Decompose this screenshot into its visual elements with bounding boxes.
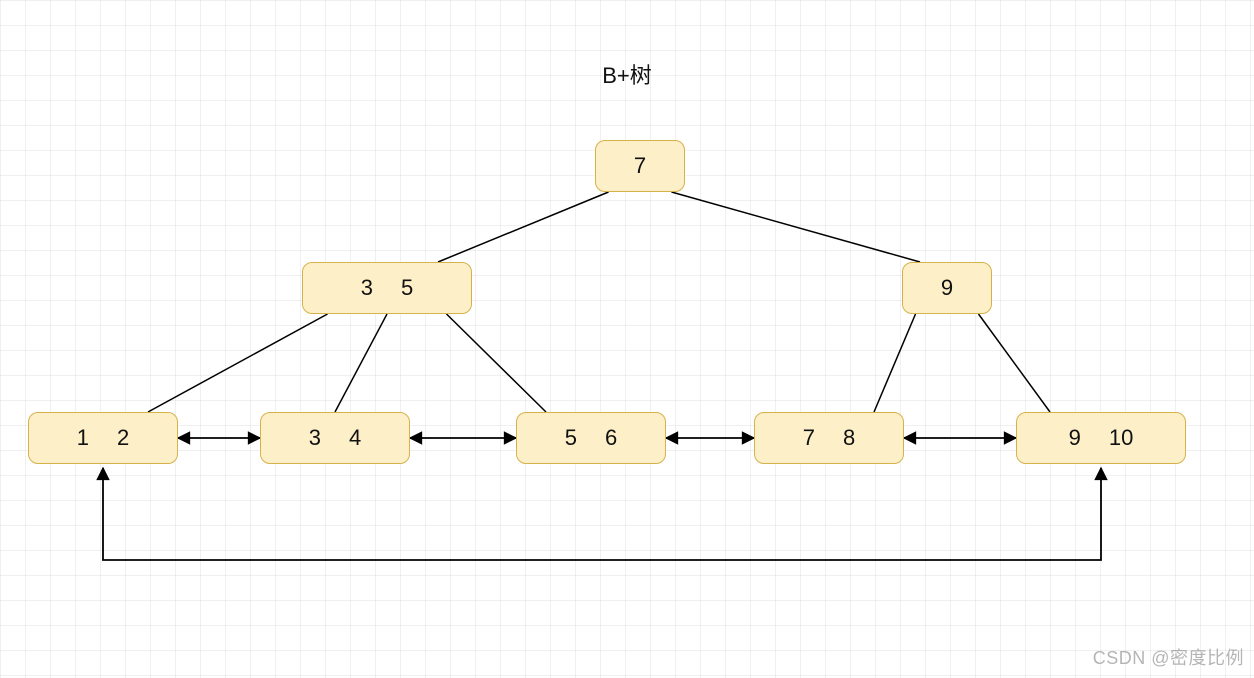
node-leaf2-key: 4	[349, 425, 361, 451]
tree-edge	[874, 314, 916, 412]
node-leaf2: 34	[260, 412, 410, 464]
node-leaf4-key: 8	[843, 425, 855, 451]
node-leaf4: 78	[754, 412, 904, 464]
node-int_right: 9	[902, 262, 992, 314]
node-leaf1-key: 1	[77, 425, 89, 451]
node-leaf5-key: 9	[1069, 425, 1081, 451]
node-leaf2-key: 3	[309, 425, 321, 451]
node-int_right-key: 9	[941, 275, 953, 301]
tree-edge	[672, 192, 921, 262]
node-int_left-key: 3	[361, 275, 373, 301]
node-root-key: 7	[634, 153, 646, 179]
node-leaf3-key: 5	[565, 425, 577, 451]
node-leaf1-key: 2	[117, 425, 129, 451]
node-leaf4-key: 7	[803, 425, 815, 451]
watermark: CSDN @密度比例	[1093, 644, 1244, 670]
tree-edge	[148, 314, 328, 412]
node-leaf5-key: 10	[1109, 425, 1133, 451]
node-int_left: 35	[302, 262, 472, 314]
node-leaf1: 12	[28, 412, 178, 464]
node-leaf5: 9 10	[1016, 412, 1186, 464]
grid-background	[0, 0, 1254, 678]
tree-edge	[335, 314, 387, 412]
node-leaf3: 56	[516, 412, 666, 464]
node-int_left-key: 5	[401, 275, 413, 301]
tree-edge	[438, 192, 609, 262]
tree-edge	[979, 314, 1051, 412]
diagram-title: B+树	[0, 58, 1254, 90]
node-root: 7	[595, 140, 685, 192]
tree-edge	[447, 314, 547, 412]
node-leaf3-key: 6	[605, 425, 617, 451]
edge-layer	[0, 0, 1254, 678]
loop-link	[103, 468, 1101, 560]
